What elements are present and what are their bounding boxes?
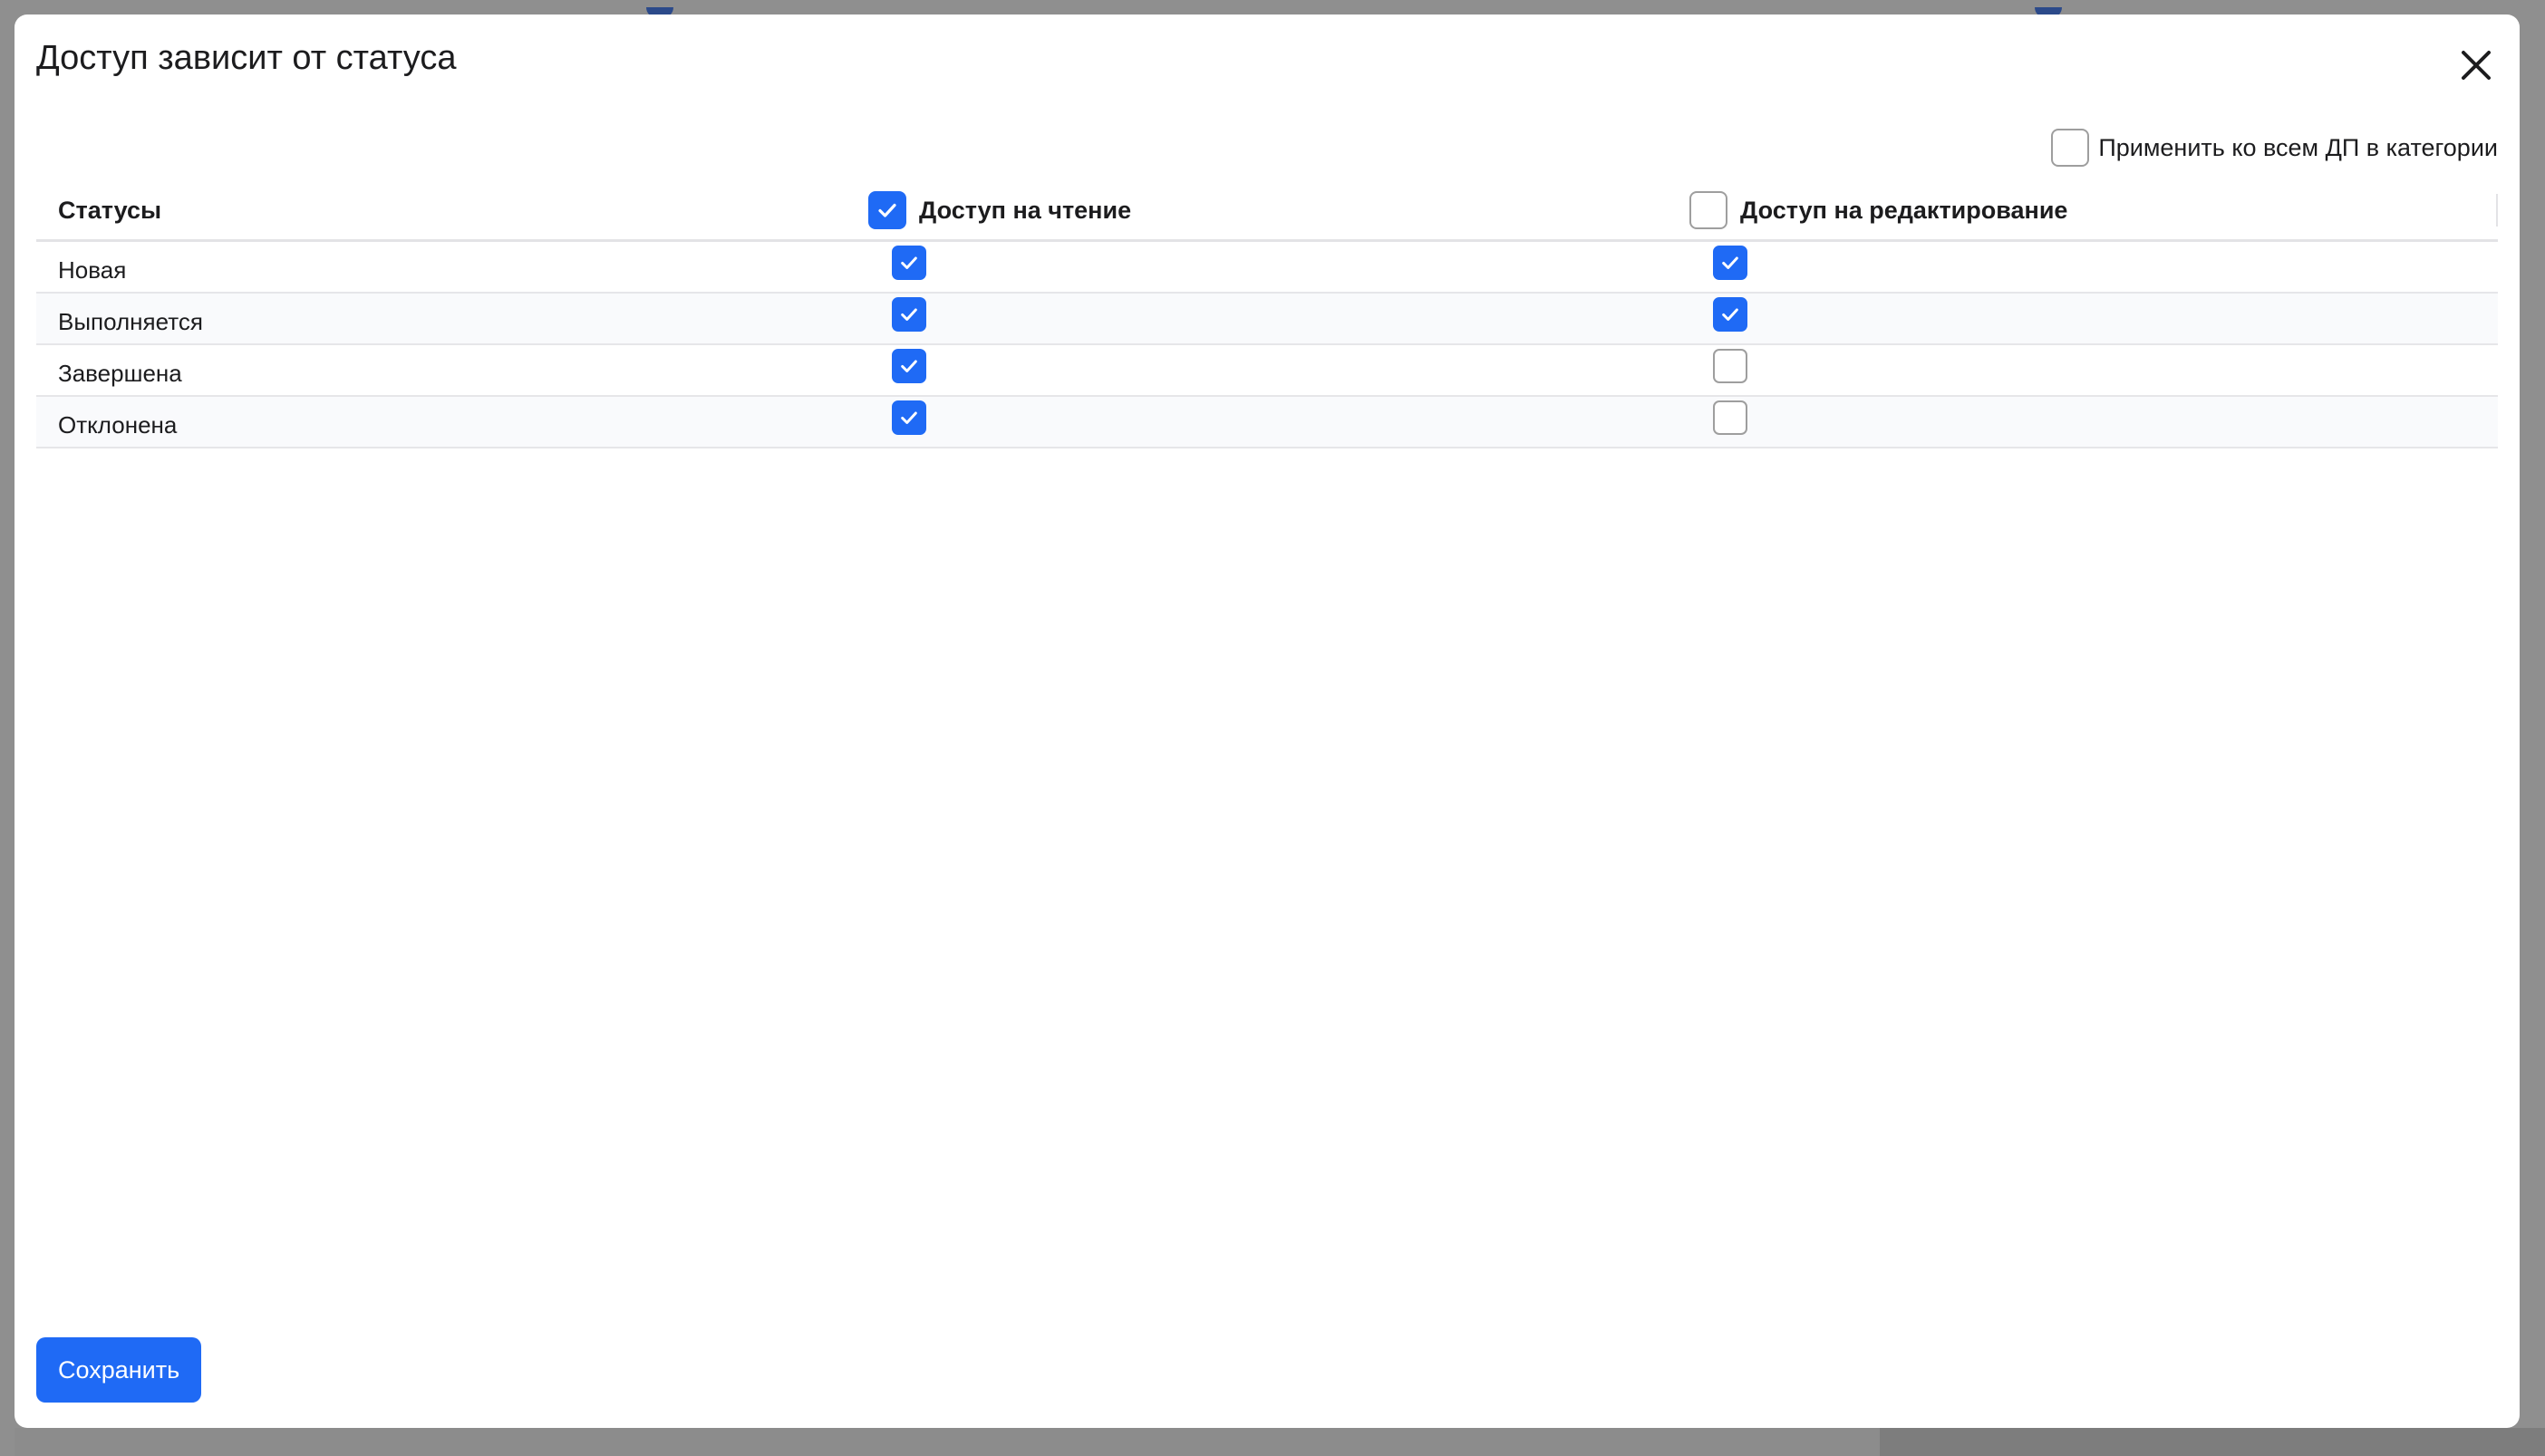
column-header-edit: Доступ на редактирование bbox=[1689, 181, 2067, 239]
edit-access-checkbox[interactable] bbox=[1713, 297, 1747, 332]
edit-all-checkbox[interactable] bbox=[1689, 191, 1727, 229]
status-name: Новая bbox=[58, 256, 127, 284]
read-access-checkbox[interactable] bbox=[892, 349, 926, 383]
column-header-status: Статусы bbox=[58, 181, 161, 239]
status-name: Выполняется bbox=[58, 308, 203, 335]
table-row: Выполняется bbox=[36, 294, 2498, 345]
table-header: Статусы Доступ на чтение Доступ на редак… bbox=[36, 181, 2498, 242]
close-icon bbox=[2462, 51, 2491, 80]
apply-all-option[interactable]: Применить ко всем ДП в категории bbox=[2051, 129, 2498, 167]
column-header-read-label: Доступ на чтение bbox=[919, 196, 1132, 224]
status-access-table: Статусы Доступ на чтение Доступ на редак… bbox=[36, 181, 2498, 448]
read-access-checkbox[interactable] bbox=[892, 297, 926, 332]
apply-all-checkbox[interactable] bbox=[2051, 129, 2090, 167]
edit-access-checkbox[interactable] bbox=[1713, 349, 1747, 383]
checkmark-icon bbox=[878, 203, 896, 217]
checkmark-icon bbox=[1722, 308, 1738, 321]
status-name: Отклонена bbox=[58, 411, 178, 439]
column-header-status-label: Статусы bbox=[58, 196, 162, 224]
checkmark-icon bbox=[1722, 256, 1738, 269]
save-button[interactable]: Сохранить bbox=[36, 1337, 202, 1403]
access-modal: Доступ зависит от статуса Применить ко в… bbox=[15, 14, 2520, 1428]
close-button[interactable] bbox=[2451, 40, 2501, 91]
backdrop-panel bbox=[1880, 1428, 2545, 1456]
checkmark-icon bbox=[901, 411, 917, 424]
backdrop bbox=[15, 1428, 1880, 1456]
column-resize-handle[interactable] bbox=[2496, 194, 2498, 227]
status-name: Завершена bbox=[58, 360, 182, 387]
apply-all-label: Применить ко всем ДП в категории bbox=[2098, 133, 2498, 161]
edit-access-checkbox[interactable] bbox=[1713, 246, 1747, 280]
read-access-checkbox[interactable] bbox=[892, 246, 926, 280]
modal-title: Доступ зависит от статуса bbox=[36, 39, 457, 77]
column-header-read: Доступ на чтение bbox=[868, 181, 1131, 239]
edit-access-checkbox[interactable] bbox=[1713, 400, 1747, 435]
read-access-checkbox[interactable] bbox=[892, 400, 926, 435]
table-row: Завершена bbox=[36, 345, 2498, 397]
column-header-edit-label: Доступ на редактирование bbox=[1740, 196, 2068, 224]
checkmark-icon bbox=[901, 308, 917, 321]
table-row: Отклонена bbox=[36, 397, 2498, 448]
checkmark-icon bbox=[901, 360, 917, 372]
checkmark-icon bbox=[901, 256, 917, 269]
read-all-checkbox[interactable] bbox=[868, 191, 906, 229]
table-row: Новая bbox=[36, 242, 2498, 294]
